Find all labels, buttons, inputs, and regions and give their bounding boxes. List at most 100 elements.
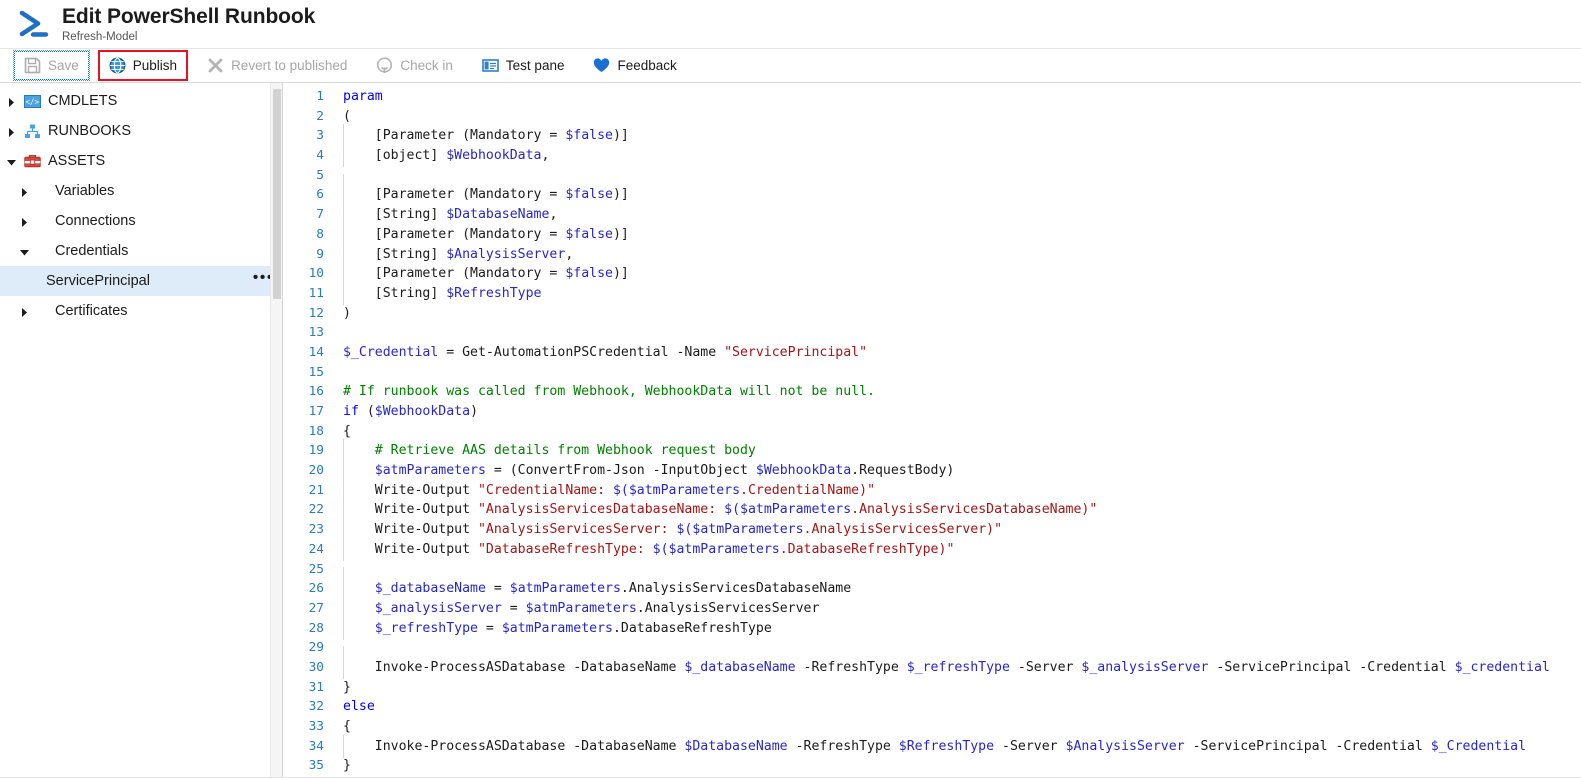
code-line-text[interactable]: $atmParameters = (ConvertFrom-Json -Inpu… <box>335 461 1581 481</box>
code-line[interactable]: 5 <box>283 166 1581 186</box>
code-line-text[interactable]: { <box>335 717 1581 737</box>
code-line-text[interactable]: } <box>335 756 1581 776</box>
line-number: 15 <box>283 363 335 383</box>
code-line[interactable]: 20 $atmParameters = (ConvertFrom-Json -I… <box>283 461 1581 481</box>
sidebar-item-certificates[interactable]: Certificates <box>0 296 282 326</box>
code-line[interactable]: 7 [String] $DatabaseName, <box>283 205 1581 225</box>
code-line-text[interactable]: else <box>335 697 1581 717</box>
chevron-right-icon[interactable] <box>6 96 17 107</box>
code-line[interactable]: 35} <box>283 756 1581 776</box>
code-line[interactable]: 6 [Parameter (Mandatory = $false)] <box>283 185 1581 205</box>
code-line[interactable]: 34 Invoke-ProcessASDatabase -DatabaseNam… <box>283 737 1581 757</box>
code-line[interactable]: 17if ($WebhookData) <box>283 402 1581 422</box>
chevron-right-icon[interactable] <box>19 216 30 227</box>
code-token: $atmParameters <box>502 621 613 636</box>
code-line-text[interactable]: # If runbook was called from Webhook, We… <box>335 382 1581 402</box>
code-line-text[interactable]: ) <box>335 304 1581 324</box>
code-line[interactable]: 28 $_refreshType = $atmParameters.Databa… <box>283 619 1581 639</box>
save-button[interactable]: Save <box>14 51 89 80</box>
line-number: 23 <box>283 520 335 540</box>
sidebar-item-runbooks[interactable]: RUNBOOKS <box>0 116 282 146</box>
code-line[interactable]: 18{ <box>283 422 1581 442</box>
checkin-icon <box>376 57 393 74</box>
code-line-text[interactable]: [Parameter (Mandatory = $false)] <box>335 264 1581 284</box>
code-line[interactable]: 25 <box>283 560 1581 580</box>
code-lines[interactable]: 1param2(3 [Parameter (Mandatory = $false… <box>283 83 1581 776</box>
sidebar-scrollbar-thumb[interactable] <box>273 89 281 299</box>
chevron-right-icon[interactable] <box>19 306 30 317</box>
code-editor[interactable]: 1param2(3 [Parameter (Mandatory = $false… <box>283 83 1581 778</box>
sidebar-item-cmdlets[interactable]: </> CMDLETS <box>0 86 282 116</box>
sidebar-item-label: Certificates <box>55 304 128 319</box>
sidebar-item-credentials[interactable]: Credentials <box>0 236 282 266</box>
code-line[interactable]: 8 [Parameter (Mandatory = $false)] <box>283 225 1581 245</box>
code-line[interactable]: 13 <box>283 323 1581 343</box>
code-line[interactable]: 23 Write-Output "AnalysisServicesServer:… <box>283 520 1581 540</box>
code-line-text[interactable]: if ($WebhookData) <box>335 402 1581 422</box>
chevron-down-icon[interactable] <box>19 246 30 257</box>
code-line[interactable]: 33{ <box>283 717 1581 737</box>
code-line[interactable]: 24 Write-Output "DatabaseRefreshType: $(… <box>283 540 1581 560</box>
code-line-text[interactable]: [String] $DatabaseName, <box>335 205 1581 225</box>
code-line-text[interactable]: [Parameter (Mandatory = $false)] <box>335 225 1581 245</box>
code-line[interactable]: 16# If runbook was called from Webhook, … <box>283 382 1581 402</box>
code-line-text[interactable]: param <box>335 87 1581 107</box>
sidebar-item-serviceprincipal[interactable]: ServicePrincipal ••• <box>0 266 282 296</box>
chevron-right-icon[interactable] <box>19 186 30 197</box>
code-line[interactable]: 21 Write-Output "CredentialName: $($atmP… <box>283 481 1581 501</box>
code-line[interactable]: 19 # Retrieve AAS details from Webhook r… <box>283 441 1581 461</box>
code-line[interactable]: 3 [Parameter (Mandatory = $false)] <box>283 126 1581 146</box>
code-line-text[interactable]: [Parameter (Mandatory = $false)] <box>335 126 1581 146</box>
code-line[interactable]: 12) <box>283 304 1581 324</box>
code-line-text[interactable]: $_refreshType = $atmParameters.DatabaseR… <box>335 619 1581 639</box>
code-line-text[interactable]: ( <box>335 107 1581 127</box>
code-line[interactable]: 29 <box>283 638 1581 658</box>
code-line-text[interactable]: [String] $AnalysisServer, <box>335 245 1581 265</box>
publish-button[interactable]: Publish <box>98 50 188 81</box>
check-in-button[interactable]: Check in <box>366 51 463 80</box>
code-line[interactable]: 14$_Credential = Get-AutomationPSCredent… <box>283 343 1581 363</box>
code-line-text[interactable]: [String] $RefreshType <box>335 284 1581 304</box>
code-line[interactable]: 10 [Parameter (Mandatory = $false)] <box>283 264 1581 284</box>
sidebar-item-connections[interactable]: Connections <box>0 206 282 236</box>
code-line-text[interactable]: Write-Output "AnalysisServicesDatabaseNa… <box>335 500 1581 520</box>
sidebar-item-assets[interactable]: ASSETS <box>0 146 282 176</box>
revert-to-published-button[interactable]: Revert to published <box>197 51 357 80</box>
test-pane-button[interactable]: Test pane <box>472 51 575 80</box>
code-line[interactable]: 11 [String] $RefreshType <box>283 284 1581 304</box>
sidebar-item-variables[interactable]: Variables <box>0 176 282 206</box>
code-line[interactable]: 26 $_databaseName = $atmParameters.Analy… <box>283 579 1581 599</box>
code-line[interactable]: 4 [object] $WebhookData, <box>283 146 1581 166</box>
code-line[interactable]: 9 [String] $AnalysisServer, <box>283 245 1581 265</box>
code-line-text[interactable]: } <box>335 678 1581 698</box>
code-line-text[interactable]: Invoke-ProcessASDatabase -DatabaseName $… <box>335 737 1581 757</box>
code-line-text[interactable]: Invoke-ProcessASDatabase -DatabaseName $… <box>335 658 1581 678</box>
code-line-text[interactable]: [object] $WebhookData, <box>335 146 1581 166</box>
code-line[interactable]: 30 Invoke-ProcessASDatabase -DatabaseNam… <box>283 658 1581 678</box>
feedback-button[interactable]: Feedback <box>583 51 686 80</box>
code-line-text[interactable]: Write-Output "CredentialName: $($atmPara… <box>335 481 1581 501</box>
code-token: [Parameter (Mandatory = <box>343 187 565 202</box>
code-token: $false <box>565 187 613 202</box>
code-line-text[interactable]: # Retrieve AAS details from Webhook requ… <box>335 441 1581 461</box>
code-line[interactable]: 27 $_analysisServer = $atmParameters.Ana… <box>283 599 1581 619</box>
chevron-down-icon[interactable] <box>6 156 17 167</box>
code-token: $AnalysisServer <box>1066 739 1185 754</box>
code-line[interactable]: 15 <box>283 363 1581 383</box>
code-line[interactable]: 31} <box>283 678 1581 698</box>
code-line-text[interactable]: $_analysisServer = $atmParameters.Analys… <box>335 599 1581 619</box>
code-line[interactable]: 1param <box>283 87 1581 107</box>
code-line-text[interactable]: $_Credential = Get-AutomationPSCredentia… <box>335 343 1581 363</box>
code-line-text[interactable]: [Parameter (Mandatory = $false)] <box>335 185 1581 205</box>
code-line[interactable]: 2( <box>283 107 1581 127</box>
code-line[interactable]: 22 Write-Output "AnalysisServicesDatabas… <box>283 500 1581 520</box>
line-number: 19 <box>283 441 335 461</box>
chevron-right-icon[interactable] <box>6 126 17 137</box>
code-line-text[interactable]: $_databaseName = $atmParameters.Analysis… <box>335 579 1581 599</box>
code-line[interactable]: 32else <box>283 697 1581 717</box>
code-line-text[interactable]: Write-Output "DatabaseRefreshType: $($at… <box>335 540 1581 560</box>
code-line-text[interactable]: { <box>335 422 1581 442</box>
sidebar-scrollbar[interactable] <box>270 83 282 778</box>
code-line-text[interactable]: Write-Output "AnalysisServicesServer: $(… <box>335 520 1581 540</box>
code-token: "AnalysisServicesDatabaseName: <box>478 502 724 517</box>
